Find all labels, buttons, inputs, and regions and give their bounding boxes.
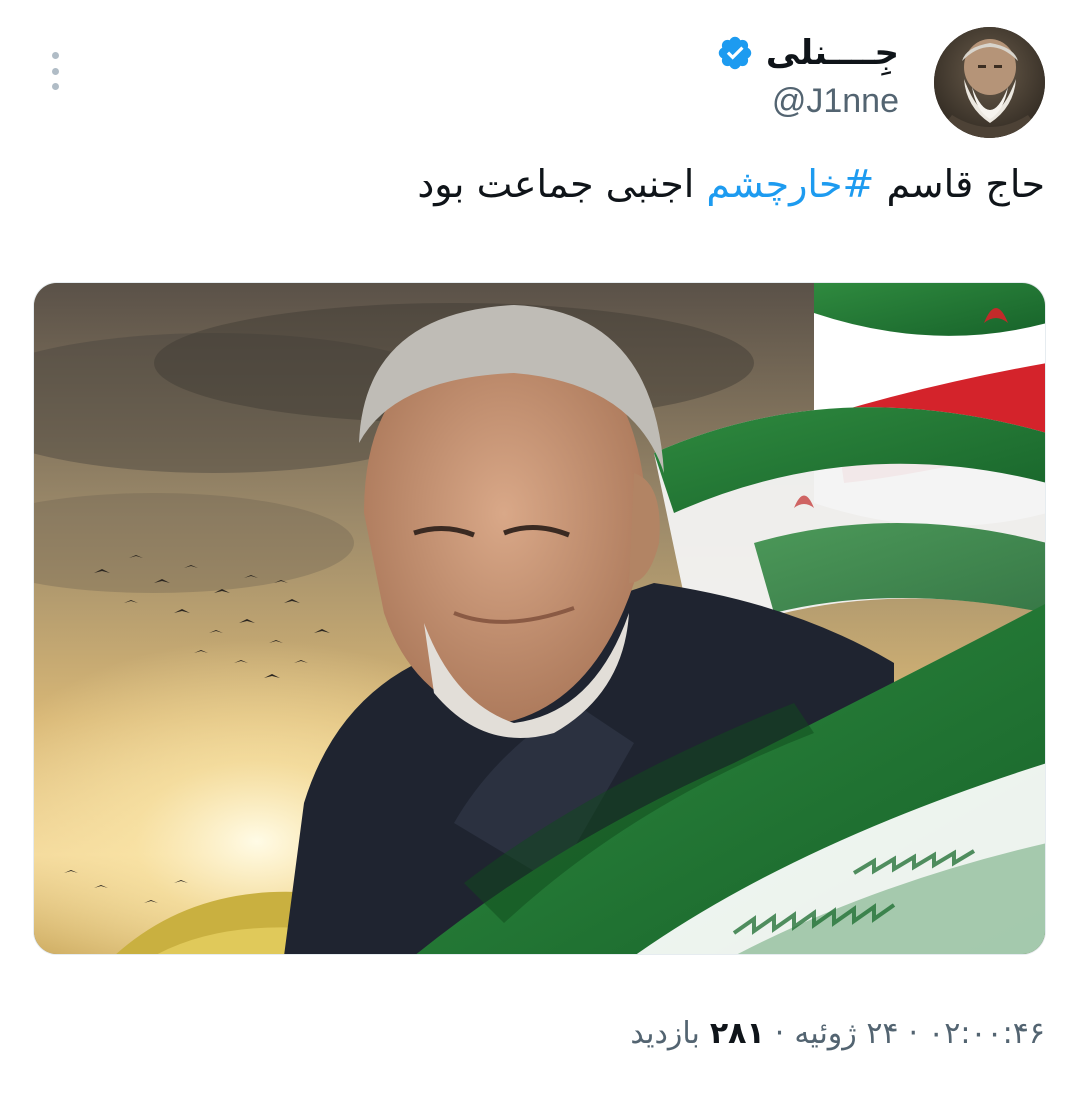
views-label: بازدید — [630, 1016, 700, 1051]
tweet-media-image[interactable] — [33, 282, 1046, 955]
meta-separator: · — [908, 1016, 919, 1051]
display-name[interactable]: جِــــنلی — [766, 33, 899, 73]
tweet-meta: ۰۲:۰۰:۴۶ · ۲۴ ژوئیه · ۲۸۱ بازدید — [630, 1016, 1045, 1051]
media-illustration — [34, 283, 1045, 954]
tweet-text: حاج قاسم #خارچشم اجنبی جماعت بود — [417, 162, 1045, 206]
dot-icon — [51, 67, 59, 75]
dot-icon — [51, 52, 59, 59]
tweet-date[interactable]: ۲۴ ژوئیه — [794, 1016, 898, 1051]
views-count[interactable]: ۲۸۱ — [710, 1016, 765, 1051]
meta-separator: · — [774, 1016, 785, 1051]
tweet-card[interactable]: جِــــنلی @J1nne حاج قاسم #خارچشم اجنبی … — [0, 0, 1079, 1094]
author-handle[interactable]: @J1nne — [772, 82, 899, 121]
verified-badge-icon — [716, 34, 754, 72]
tweet-text-start: حاج قاسم — [874, 162, 1045, 206]
hashtag-link[interactable]: #خارچشم — [706, 162, 874, 206]
author-name-row[interactable]: جِــــنلی — [716, 30, 899, 76]
tweet-text-end: اجنبی جماعت بود — [417, 162, 707, 206]
dot-icon — [51, 83, 59, 90]
tweet-time[interactable]: ۰۲:۰۰:۴۶ — [928, 1016, 1045, 1051]
avatar-portrait — [934, 27, 1045, 138]
more-vertical-icon[interactable] — [40, 48, 70, 94]
avatar[interactable] — [934, 27, 1045, 138]
